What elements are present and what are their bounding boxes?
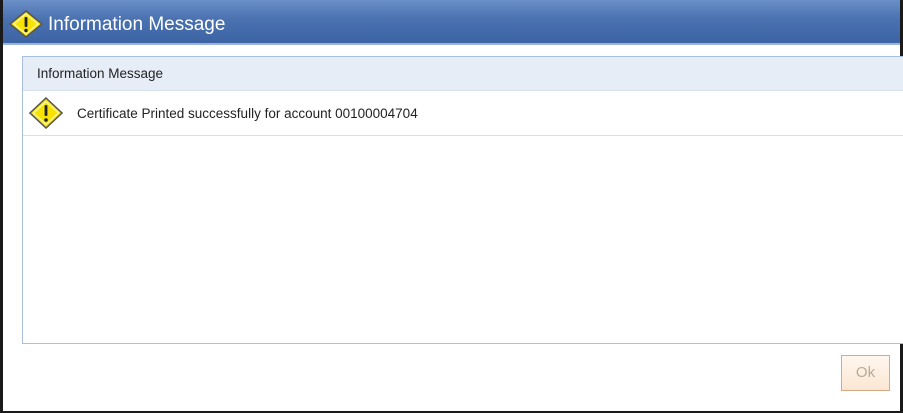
warning-diamond-icon — [9, 10, 43, 38]
message-text: Certificate Printed successfully for acc… — [77, 106, 418, 121]
message-row: Certificate Printed successfully for acc… — [23, 91, 903, 136]
information-dialog: Information Message Information Message … — [0, 0, 903, 413]
panel-header: Information Message — [23, 57, 903, 91]
warning-diamond-icon — [29, 97, 63, 129]
panel-header-title: Information Message — [37, 66, 164, 81]
dialog-titlebar[interactable]: Information Message — [3, 0, 900, 45]
dialog-title: Information Message — [48, 14, 226, 35]
message-panel: Information Message Certificate Printed … — [22, 56, 903, 344]
ok-button[interactable]: Ok — [841, 355, 890, 391]
